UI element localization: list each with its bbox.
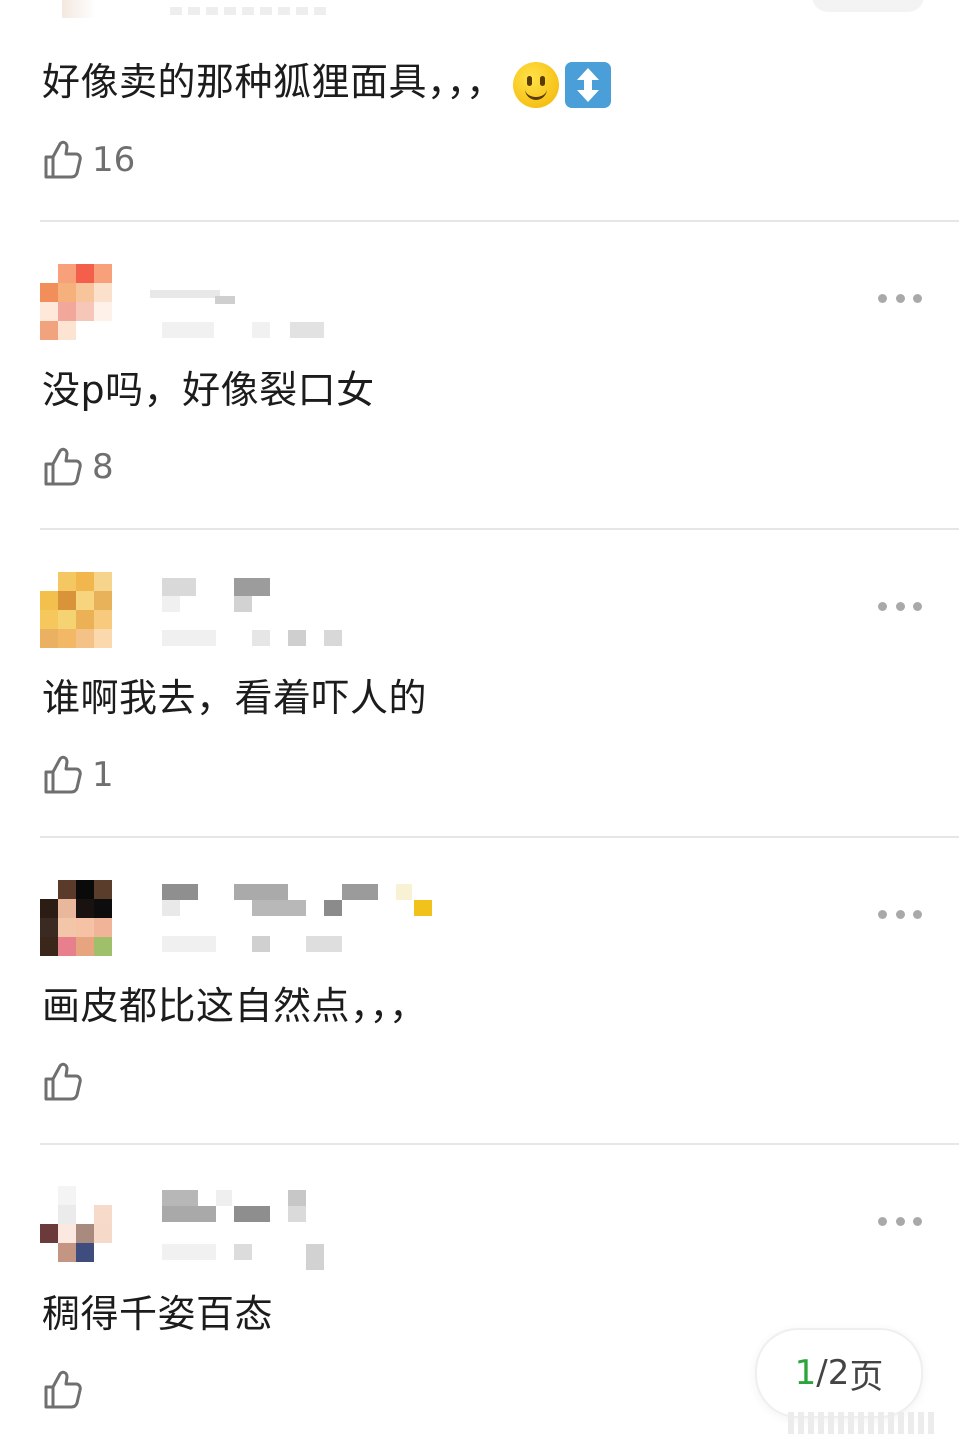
page-separator: / [816,1353,828,1393]
top-action-pill[interactable] [812,0,924,12]
thumbs-up-icon [44,1370,82,1409]
comment-text: 好像卖的那种狐狸面具，，， [42,60,611,108]
current-page: 1 [794,1353,817,1393]
more-button[interactable] [878,292,922,304]
thumbs-up-icon [44,447,82,486]
avatar[interactable] [40,1186,130,1262]
up-down-arrow-emoji [564,61,611,108]
like-button[interactable]: 16 [42,138,135,182]
divider [40,1143,959,1145]
like-button[interactable] [42,1368,92,1412]
comment-text: 没p吗，好像裂口女 [42,368,375,412]
more-button[interactable] [878,1215,922,1227]
smiley-emoji [512,61,559,108]
page-indicator[interactable]: 1/2 页 [755,1328,923,1418]
watermark [788,1412,948,1436]
like-button[interactable]: 1 [42,753,114,797]
comment-text: 稠得千姿百态 [42,1292,274,1336]
thumbs-up-icon [44,1062,82,1101]
comment-text: 谁啊我去，看着吓人的 [42,676,428,720]
comment-text: 画皮都比这自然点，，， [42,984,428,1028]
avatar[interactable] [40,880,130,956]
page-unit: 页 [849,1356,884,1397]
username-fragment [170,0,332,15]
avatar[interactable] [40,572,130,648]
divider [40,220,959,222]
divider [40,836,959,838]
like-button[interactable] [42,1060,92,1104]
like-count: 8 [92,447,114,487]
like-button[interactable]: 8 [42,445,114,489]
thumbs-up-icon [44,755,82,794]
more-button[interactable] [878,908,922,920]
like-count: 16 [92,140,136,180]
divider [40,528,959,530]
thumbs-up-icon [44,140,82,179]
avatar-fragment [62,0,96,18]
more-button[interactable] [878,600,922,612]
total-pages: 2 [827,1353,850,1393]
avatar[interactable] [40,264,130,340]
like-count: 1 [92,755,114,795]
